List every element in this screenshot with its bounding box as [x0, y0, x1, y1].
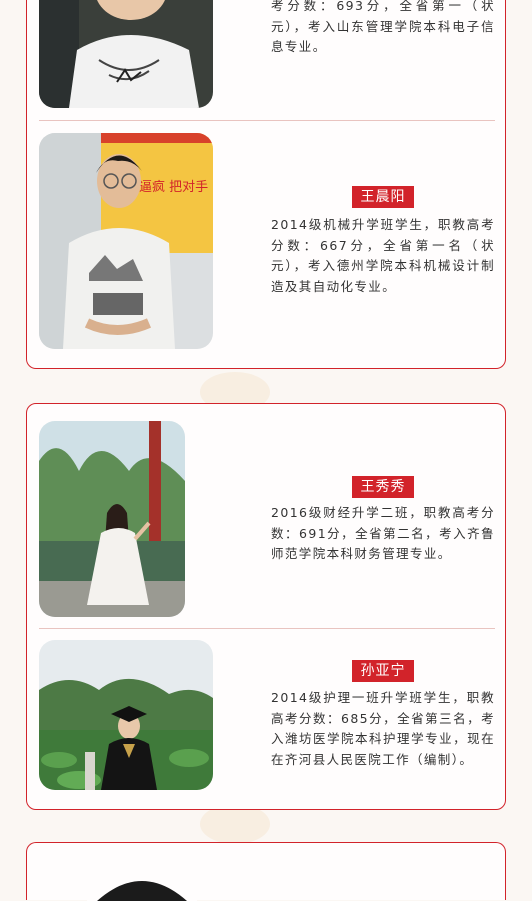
divider	[39, 628, 495, 629]
honor-card: 王秀秀 2016级财经升学二班，职教高考分数：691分，全省第二名，考入齐鲁师范…	[26, 403, 506, 810]
student-photo	[87, 873, 197, 901]
honor-card: 考分数：693分，全省第一（状元），考入山东管理学院本科电子信息专业。 逼疯 把…	[26, 0, 506, 369]
student-description: 2014级护理一班升学班学生，职教高考分数：685分，全省第三名，考入潍坊医学院…	[271, 690, 495, 767]
student-description: 2016级财经升学二班，职教高考分数：691分，全省第二名，考入齐鲁师范学院本科…	[271, 505, 495, 561]
page: 考分数：693分，全省第一（状元），考入山东管理学院本科电子信息专业。 逼疯 把…	[0, 0, 532, 901]
student-entry: 逼疯 把对手 王晨阳 2014级机械升学班学生，职教高考分数：667分，全省第一…	[27, 133, 505, 353]
student-entry: 王秀秀 2016级财经升学二班，职教高考分数：691分，全省第二名，考入齐鲁师范…	[27, 421, 505, 621]
student-description: 考分数：693分，全省第一（状元），考入山东管理学院本科电子信息专业。	[271, 0, 495, 54]
photo-sign-text: 逼疯 把对手	[139, 179, 208, 195]
student-entry: 孙亚宁 2014级护理一班升学班学生，职教高考分数：685分，全省第三名，考入潍…	[27, 640, 505, 800]
student-entry: 考分数：693分，全省第一（状元），考入山东管理学院本科电子信息专业。	[27, 0, 505, 120]
student-name-badge: 孙亚宁	[352, 660, 414, 682]
student-name-badge: 王秀秀	[352, 476, 414, 498]
student-photo	[39, 0, 213, 108]
honor-card	[26, 842, 506, 901]
student-photo: 逼疯 把对手	[39, 133, 213, 349]
student-photo	[39, 640, 213, 790]
divider	[39, 120, 495, 121]
background-glow	[200, 804, 270, 844]
student-photo	[39, 421, 185, 617]
student-description: 2014级机械升学班学生，职教高考分数：667分，全省第一名（状元），考入德州学…	[271, 217, 495, 294]
student-name-badge: 王晨阳	[352, 186, 414, 208]
